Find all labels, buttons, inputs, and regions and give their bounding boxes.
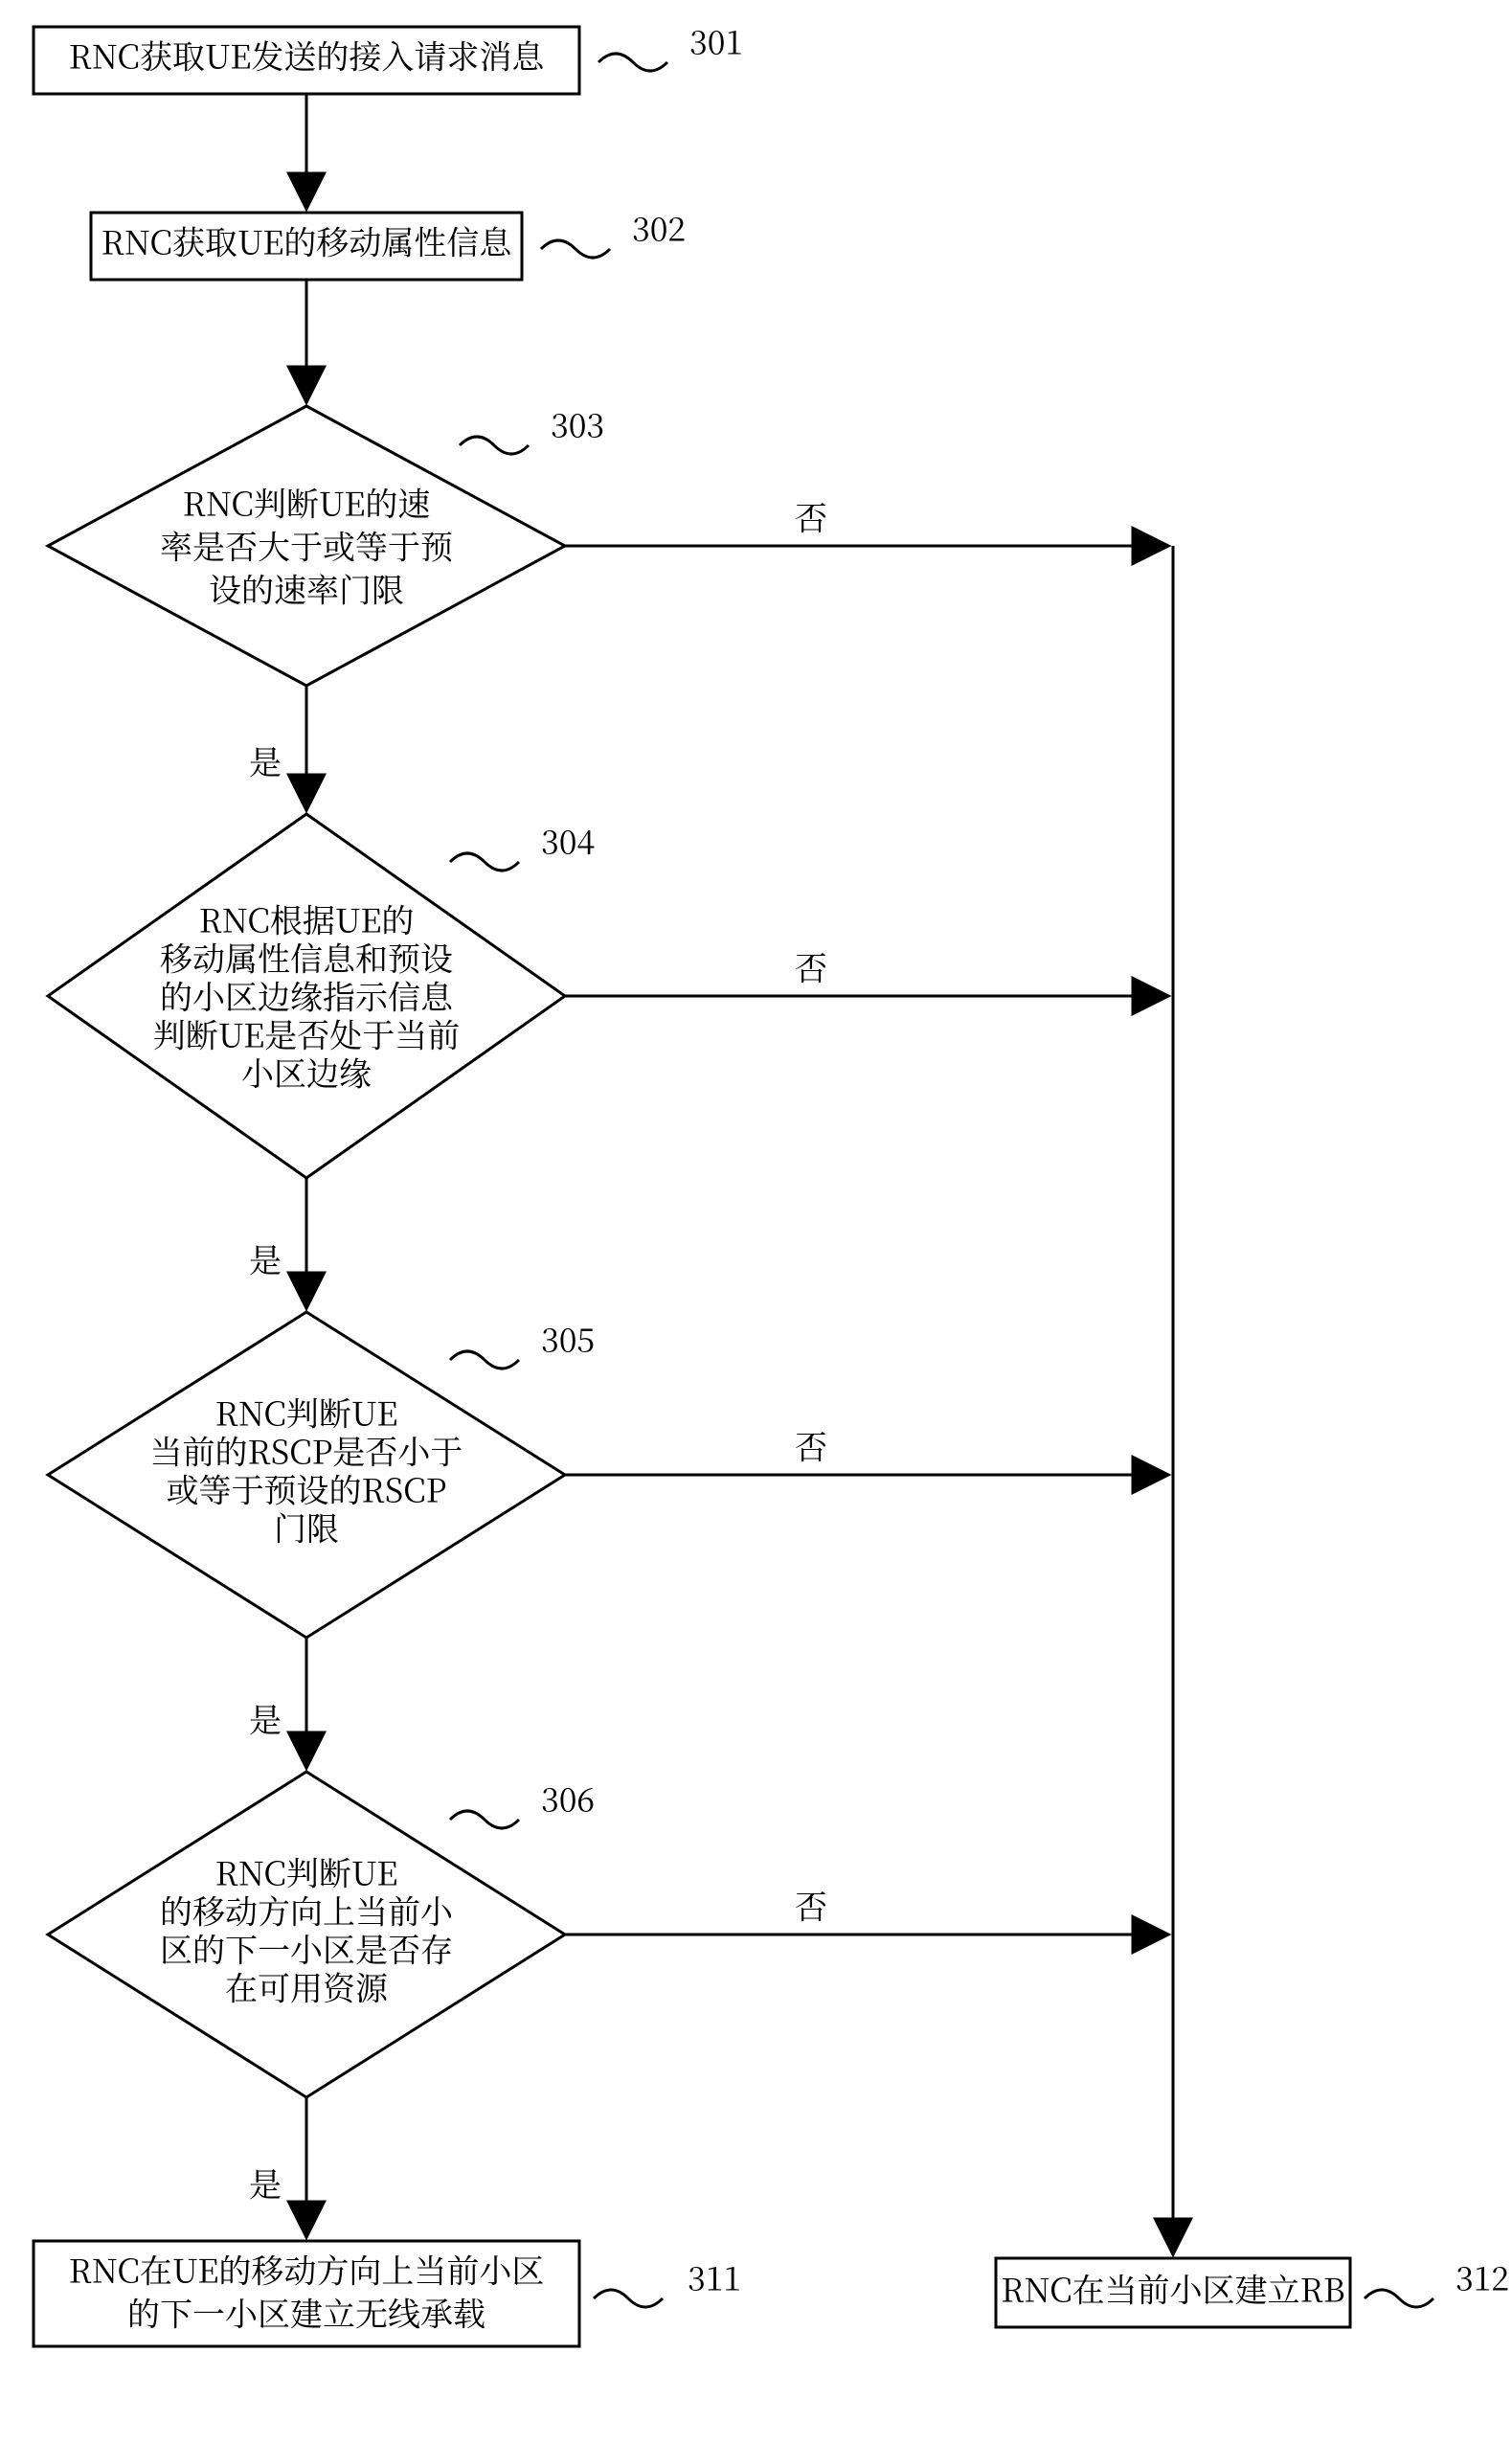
label-303-no: 否: [795, 493, 827, 540]
step-311-l2: 的下一小区建立无线承载: [127, 2289, 485, 2336]
label-305-no: 否: [795, 1422, 827, 1469]
step-312-text: RNC在当前小区建立RB: [1001, 2265, 1344, 2312]
step-306-l4: 在可用资源: [225, 1963, 389, 2010]
label-304-no: 否: [795, 943, 827, 990]
step-311-num: 311: [688, 2253, 741, 2300]
step-304-l5: 小区边缘: [241, 1049, 372, 1096]
label-306-yes: 是: [249, 2160, 282, 2206]
label-305-yes: 是: [249, 1695, 282, 1742]
step-303-num: 303: [551, 400, 604, 447]
step-301-num: 301: [689, 17, 743, 64]
label-304-yes: 是: [249, 1235, 282, 1282]
step-302-num: 302: [632, 204, 686, 251]
step-302-text: RNC获取UE的移动属性信息: [102, 217, 513, 264]
step-304-num: 304: [541, 817, 595, 864]
step-301-text: RNC获取UE发送的接入请求消息: [69, 32, 546, 79]
label-306-no: 否: [795, 1882, 827, 1929]
step-306-num: 306: [541, 1775, 595, 1822]
step-311-l1: RNC在UE的移动方向上当前小区: [69, 2246, 545, 2293]
step-305-l4: 门限: [274, 1504, 339, 1550]
step-303-l3: 设的速率门限: [209, 565, 404, 612]
label-303-yes: 是: [249, 737, 282, 784]
step-312-num: 312: [1456, 2253, 1509, 2300]
step-305-num: 305: [541, 1315, 595, 1362]
step-303-l1: RNC判断UE的速: [183, 479, 431, 526]
step-303-l2: 率是否大于或等于预: [160, 522, 453, 569]
